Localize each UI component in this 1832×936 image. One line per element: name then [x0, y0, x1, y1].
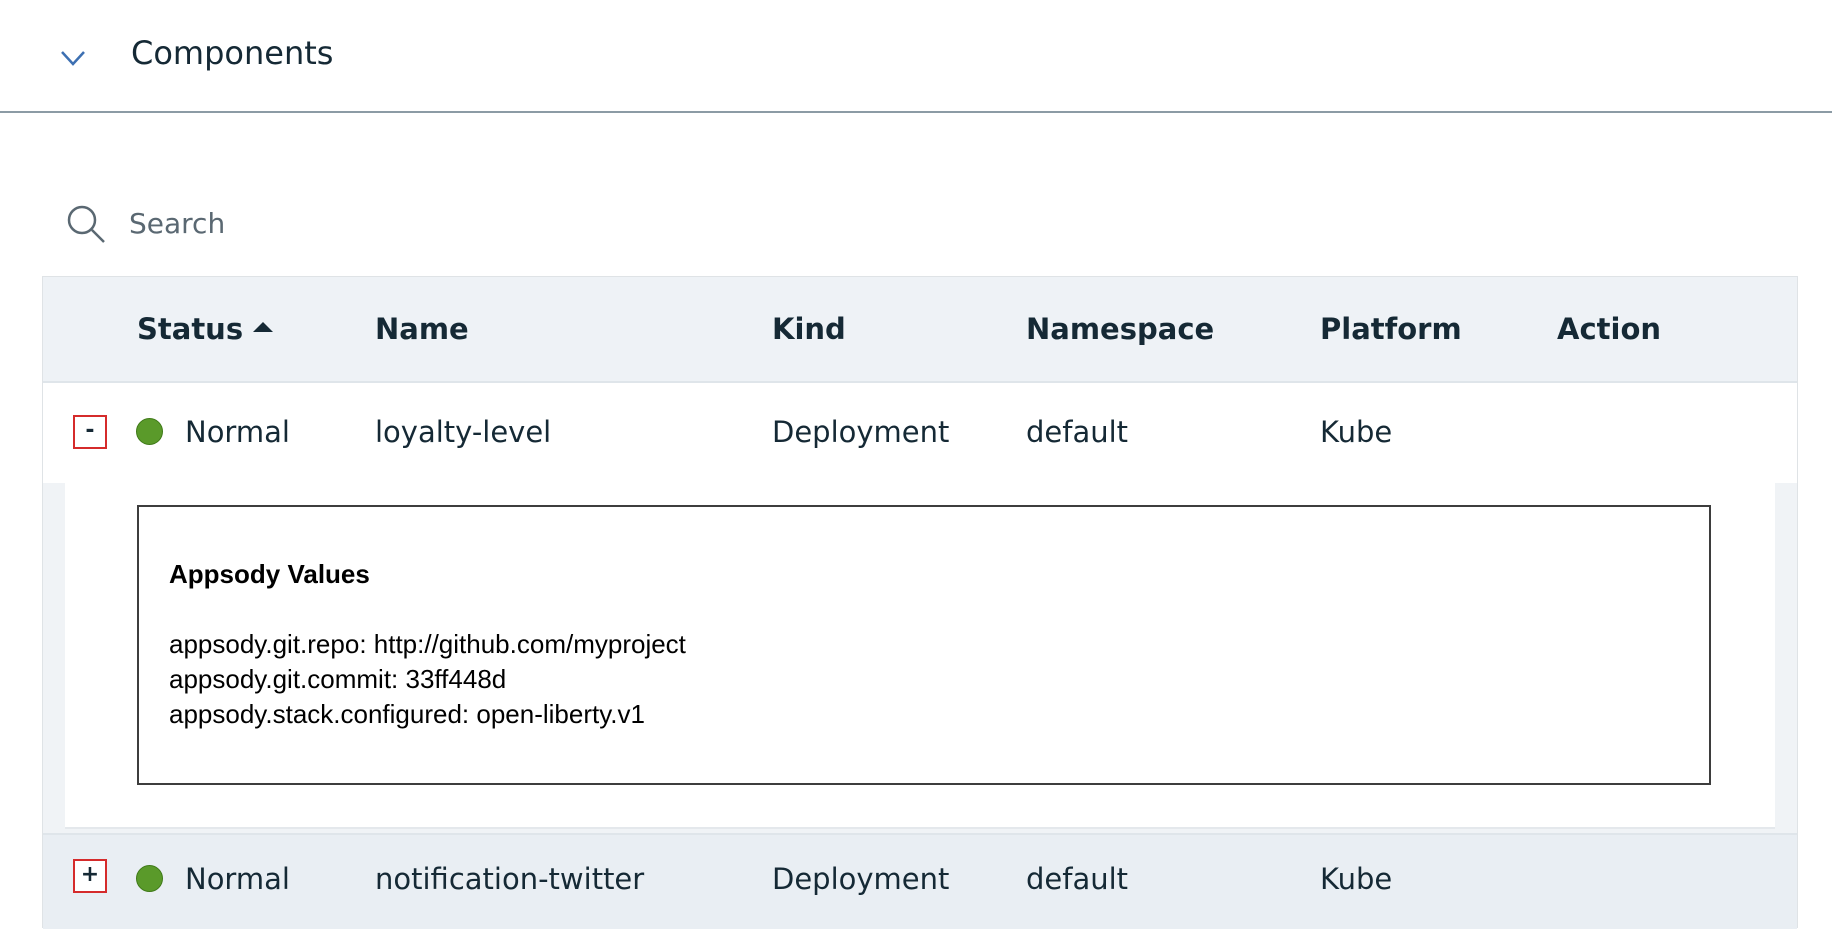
name-cell: notification-twitter	[375, 862, 645, 896]
status-text: Normal	[185, 415, 290, 449]
name-cell: loyalty-level	[375, 415, 552, 449]
platform-cell: Kube	[1320, 862, 1393, 896]
divider	[0, 111, 1832, 113]
column-header-label: Status	[137, 312, 244, 346]
appsody-values-panel: Appsody Values appsody.git.repo: http://…	[137, 505, 1711, 785]
expand-row-button[interactable]: +	[73, 859, 107, 893]
chevron-down-icon[interactable]	[59, 47, 87, 69]
details-line: appsody.git.commit: 33ff448d	[169, 664, 507, 694]
column-header-action[interactable]: Action	[1557, 311, 1661, 347]
column-header-namespace[interactable]: Namespace	[1026, 311, 1214, 347]
search-icon	[67, 205, 105, 243]
namespace-cell: default	[1026, 862, 1129, 896]
column-header-platform[interactable]: Platform	[1320, 311, 1462, 347]
status-normal-icon	[136, 418, 163, 445]
table-header: Status Name Kind Namespace Platform Acti…	[43, 277, 1797, 383]
namespace-cell: default	[1026, 415, 1129, 449]
components-table: Status Name Kind Namespace Platform Acti…	[42, 276, 1798, 929]
column-header-kind[interactable]: Kind	[772, 311, 846, 347]
kind-cell: Deployment	[772, 415, 950, 449]
expanded-row-details: Appsody Values appsody.git.repo: http://…	[65, 483, 1775, 829]
table-row: - Normal loyalty-level Deployment defaul…	[43, 383, 1797, 483]
sort-ascending-icon	[253, 322, 274, 332]
table-row: + Normal notification-twitter Deployment…	[43, 833, 1797, 929]
column-header-status[interactable]: Status	[137, 311, 274, 347]
kind-cell: Deployment	[772, 862, 950, 896]
status-normal-icon	[136, 865, 163, 892]
collapse-row-button[interactable]: -	[73, 415, 107, 449]
section-title: Components	[131, 34, 334, 72]
details-line: appsody.git.repo: http://github.com/mypr…	[169, 629, 686, 659]
details-line: appsody.stack.configured: open-liberty.v…	[169, 699, 645, 729]
column-header-name[interactable]: Name	[375, 311, 469, 347]
search-input[interactable]	[129, 200, 729, 246]
status-text: Normal	[185, 862, 290, 896]
components-accordion-header[interactable]: Components	[0, 0, 1832, 111]
platform-cell: Kube	[1320, 415, 1393, 449]
details-title: Appsody Values	[169, 559, 370, 589]
